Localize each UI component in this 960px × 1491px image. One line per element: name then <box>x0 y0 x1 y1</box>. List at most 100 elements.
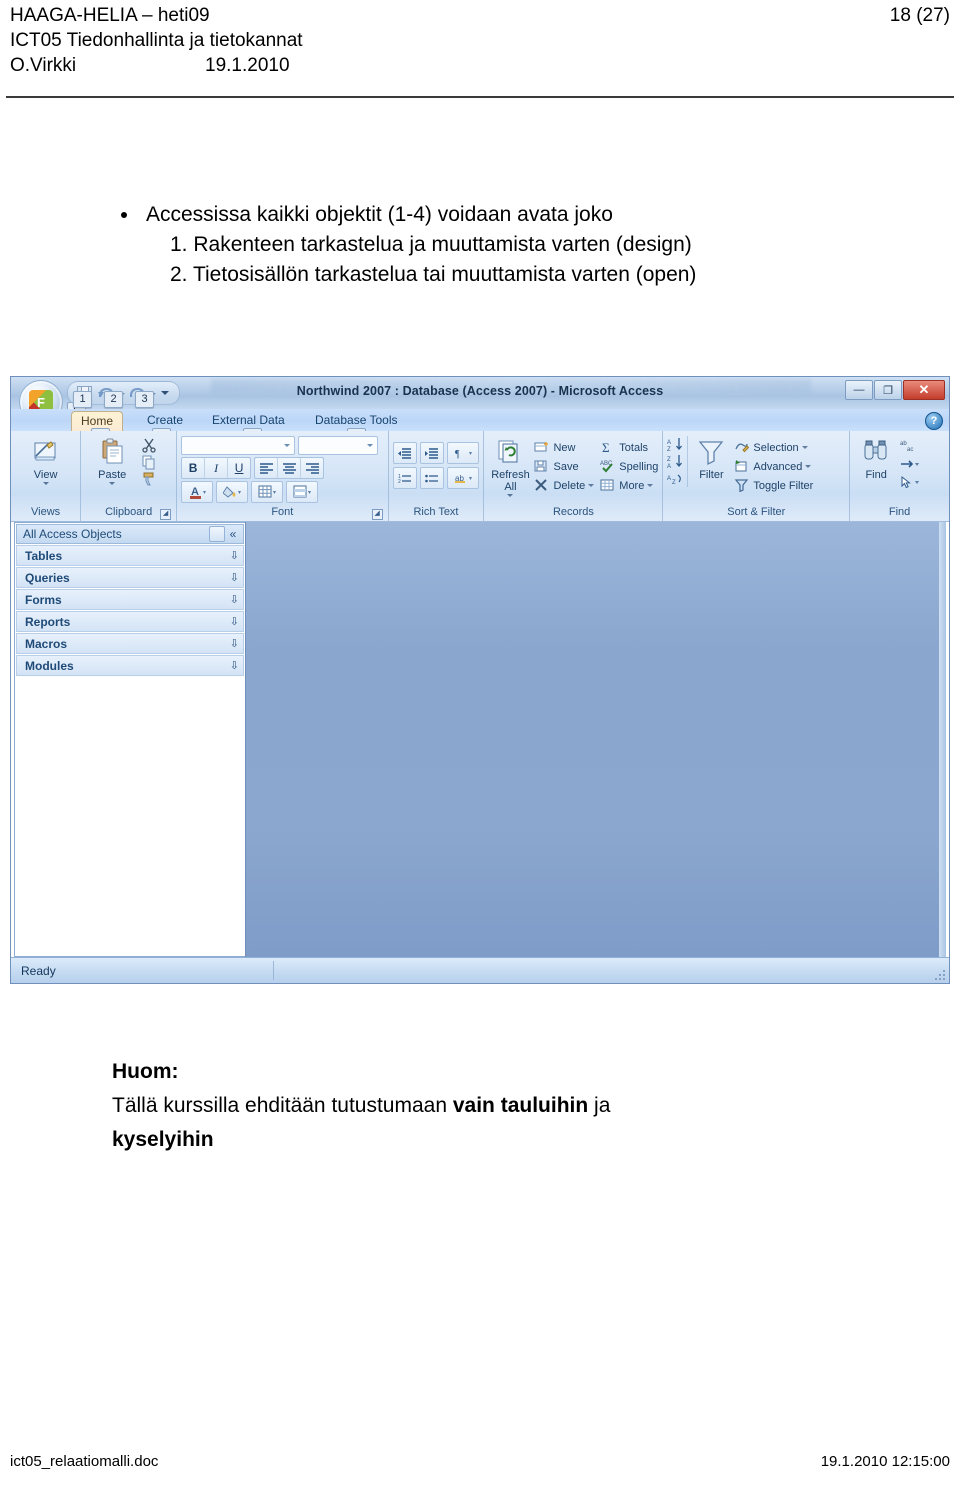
alternate-fill-button[interactable] <box>286 481 319 503</box>
collapse-pane-icon[interactable]: « <box>225 527 241 541</box>
align-right-button[interactable] <box>301 458 324 478</box>
advanced-dropdown-icon[interactable] <box>805 465 812 468</box>
chevron-down-icon[interactable] <box>209 526 225 542</box>
ribbon-group-label-views: Views <box>31 506 61 518</box>
header-page-number: 18 (27) <box>889 5 950 26</box>
selection-button[interactable]: Selection <box>734 438 813 457</box>
paste-dropdown-icon[interactable] <box>109 482 116 485</box>
more-button[interactable]: More <box>600 476 658 495</box>
chevron-double-down-icon[interactable]: ⇩ <box>230 637 239 650</box>
status-bar: Ready <box>11 957 949 983</box>
resize-grip-icon[interactable] <box>934 969 946 981</box>
minimize-button[interactable]: — <box>845 380 873 400</box>
align-center-button[interactable] <box>278 458 302 478</box>
list-item-label: 2. Tietosisällön tarkastelua tai muuttam… <box>170 263 697 286</box>
gridlines-button[interactable] <box>251 481 284 503</box>
goto-icon[interactable] <box>900 457 920 473</box>
save-record-button[interactable]: Save <box>534 457 594 476</box>
bold-button[interactable]: B <box>182 458 206 478</box>
delete-record-button[interactable]: Delete <box>534 476 595 495</box>
ribbon-group-label-rich-text: Rich Text <box>413 506 459 518</box>
chevron-double-down-icon[interactable]: ⇩ <box>230 615 239 628</box>
new-record-button[interactable]: New <box>534 438 594 457</box>
align-left-button[interactable] <box>255 458 279 478</box>
sort-ascending-icon[interactable]: AZ <box>667 437 683 453</box>
svg-text:Z: Z <box>672 480 676 486</box>
text-direction-button[interactable]: ¶ <box>446 442 479 464</box>
font-size-combo[interactable] <box>298 436 379 455</box>
delete-record-icon <box>534 478 550 494</box>
ribbon-group-label-font: Font ◢ <box>181 506 383 521</box>
refresh-all-icon <box>495 438 525 468</box>
footer-timestamp: 19.1.2010 12:15:00 <box>820 1453 950 1470</box>
window-controls[interactable]: — ❐ ✕ <box>845 380 945 400</box>
spelling-button[interactable]: ABC Spelling <box>600 457 658 476</box>
text-highlight-button[interactable]: ab <box>446 467 479 489</box>
navigation-pane-header[interactable]: All Access Objects « <box>16 524 244 544</box>
cut-icon[interactable] <box>141 437 157 453</box>
format-painter-icon[interactable] <box>141 471 157 487</box>
close-button[interactable]: ✕ <box>903 380 945 400</box>
underline-button[interactable]: U <box>228 458 251 478</box>
ribbon-group-font: B I U A Font ◢ <box>177 431 389 521</box>
copy-icon[interactable] <box>141 454 157 470</box>
customize-qat-icon[interactable] <box>158 385 171 402</box>
advanced-icon <box>734 459 750 475</box>
bulleted-list-button[interactable] <box>419 467 444 489</box>
vertical-scrollbar[interactable] <box>939 522 946 957</box>
sort-descending-icon[interactable]: ZA <box>667 454 683 470</box>
numbered-list-button[interactable]: 12 <box>392 467 417 489</box>
design-view-icon <box>31 438 61 468</box>
svg-text:¶: ¶ <box>455 449 460 460</box>
select-icon[interactable] <box>900 475 920 491</box>
svg-text:Z: Z <box>667 447 671 452</box>
chevron-double-down-icon[interactable]: ⇩ <box>230 549 239 562</box>
footer-filename: ict05_relaatiomalli.doc <box>10 1453 159 1470</box>
nav-group-modules[interactable]: Modules ⇩ <box>16 655 244 676</box>
replace-icon[interactable]: ab ac <box>900 439 916 455</box>
view-button[interactable]: View <box>19 436 73 485</box>
refresh-all-dropdown-icon[interactable] <box>507 494 514 497</box>
svg-text:2: 2 <box>398 479 401 484</box>
find-button[interactable]: Find <box>854 436 898 481</box>
nav-group-tables[interactable]: Tables ⇩ <box>16 545 244 566</box>
note-body: Tällä kurssilla ehditään tutustumaan vai… <box>112 1089 932 1123</box>
header-author: O.Virkki <box>10 55 77 76</box>
database-work-area[interactable] <box>245 522 946 957</box>
totals-button[interactable]: Σ Totals <box>600 438 658 457</box>
clear-sort-icon[interactable]: AZ <box>667 471 683 487</box>
nav-group-queries[interactable]: Queries ⇩ <box>16 567 244 588</box>
nav-group-forms[interactable]: Forms ⇩ <box>16 589 244 610</box>
view-dropdown-icon[interactable] <box>42 482 49 485</box>
more-dropdown-icon[interactable] <box>647 484 654 487</box>
italic-button[interactable]: I <box>205 458 229 478</box>
header-divider <box>6 96 954 98</box>
advanced-label: Advanced <box>753 460 803 473</box>
chevron-double-down-icon[interactable]: ⇩ <box>230 571 239 584</box>
nav-group-macros[interactable]: Macros ⇩ <box>16 633 244 654</box>
sigma-icon: Σ <box>600 440 616 456</box>
toggle-filter-button[interactable]: Toggle Filter <box>734 476 813 495</box>
chevron-double-down-icon[interactable]: ⇩ <box>230 659 239 672</box>
header-date: 19.1.2010 <box>205 55 290 76</box>
help-icon[interactable]: ? <box>925 412 943 430</box>
note-suffix: ja <box>588 1094 611 1117</box>
increase-indent-button[interactable] <box>419 442 444 464</box>
restore-button[interactable]: ❐ <box>874 380 902 400</box>
note-block: Huom: Tällä kurssilla ehditään tutustuma… <box>112 1055 932 1157</box>
font-dialog-launcher-icon[interactable]: ◢ <box>371 509 383 520</box>
bullet-dot-icon <box>121 212 127 218</box>
delete-dropdown-icon[interactable] <box>588 484 595 487</box>
font-color-button[interactable]: A <box>181 481 214 503</box>
decrease-indent-button[interactable] <box>392 442 417 464</box>
fill-color-button[interactable] <box>216 481 249 503</box>
filter-button[interactable]: Filter <box>690 436 732 481</box>
paste-button[interactable]: Paste <box>85 436 139 485</box>
nav-group-reports[interactable]: Reports ⇩ <box>16 611 244 632</box>
chevron-double-down-icon[interactable]: ⇩ <box>230 593 239 606</box>
advanced-button[interactable]: Advanced <box>734 457 813 476</box>
clipboard-dialog-launcher-icon[interactable]: ◢ <box>160 509 172 520</box>
selection-dropdown-icon[interactable] <box>801 446 808 449</box>
font-name-combo[interactable] <box>181 436 296 455</box>
refresh-all-button[interactable]: Refresh All <box>488 436 532 497</box>
